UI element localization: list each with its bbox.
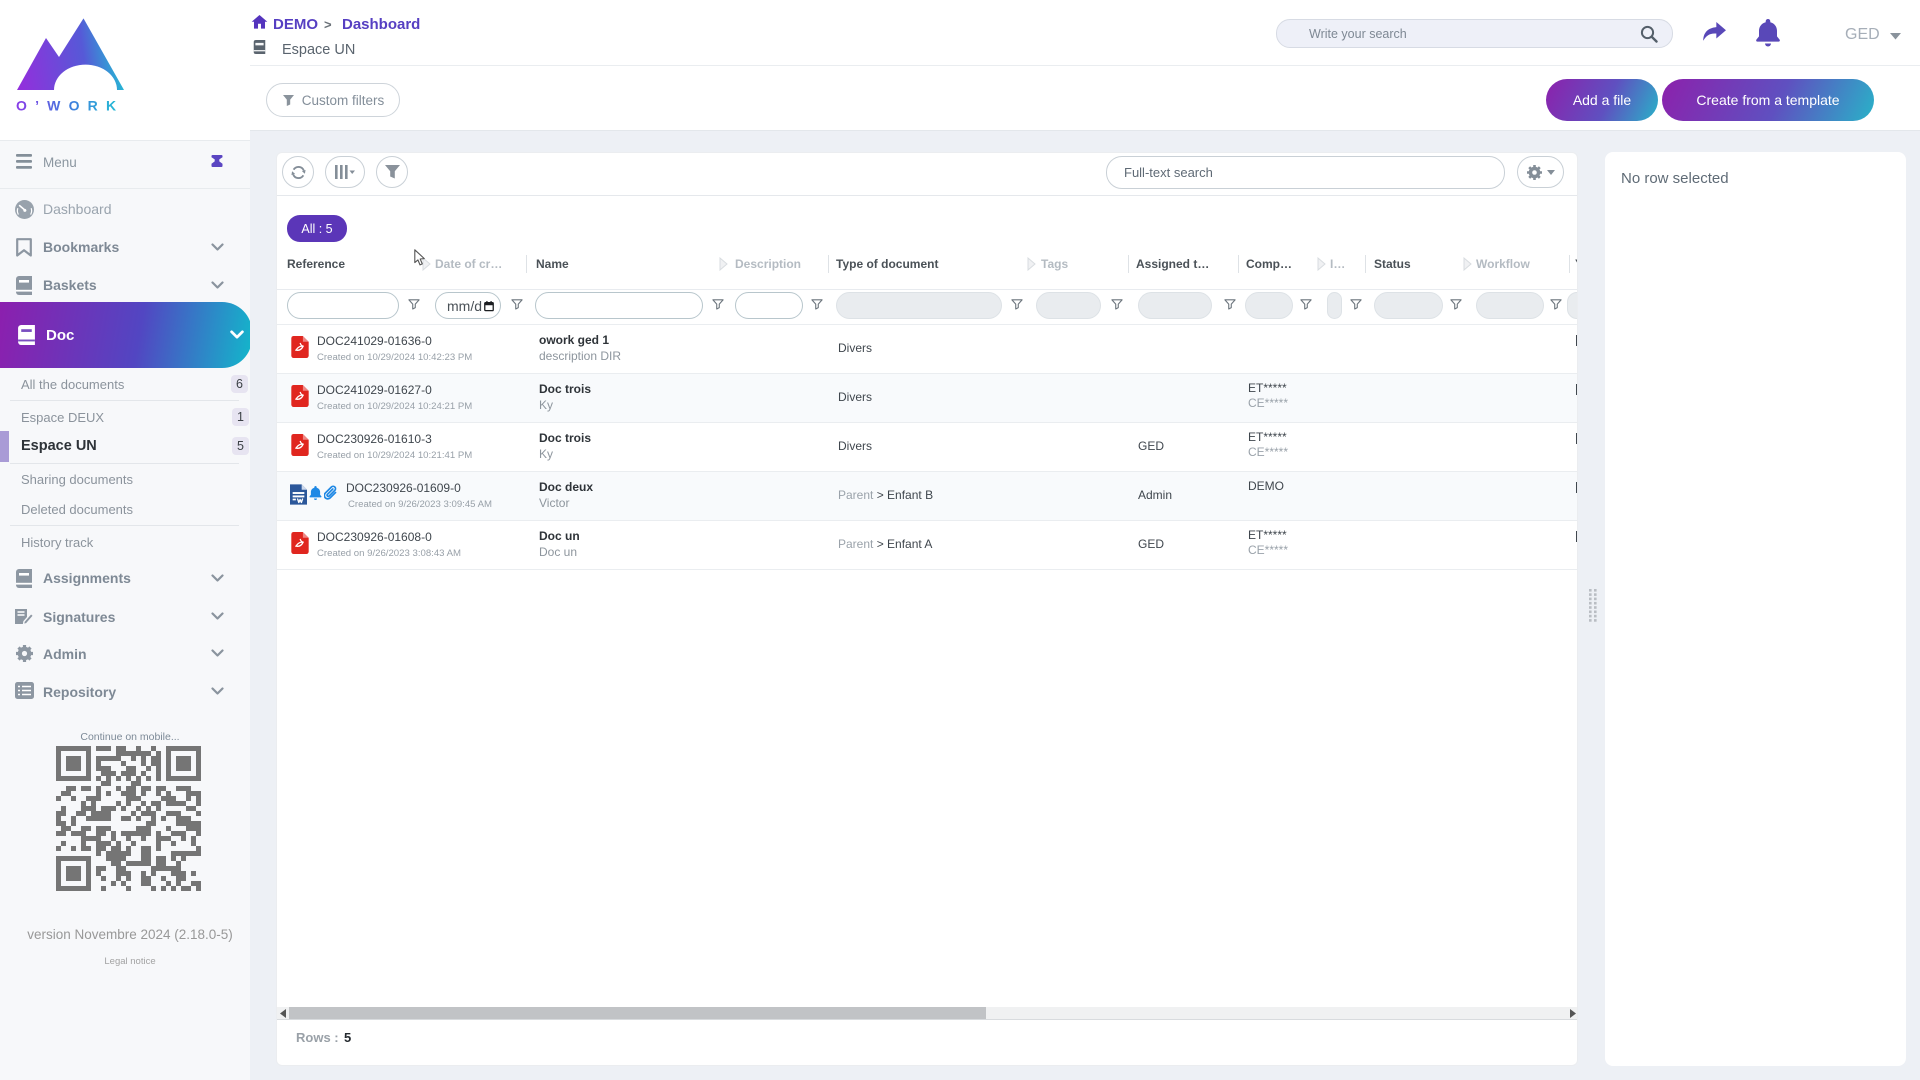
svg-text:O’WORK: O’WORK	[16, 98, 124, 114]
